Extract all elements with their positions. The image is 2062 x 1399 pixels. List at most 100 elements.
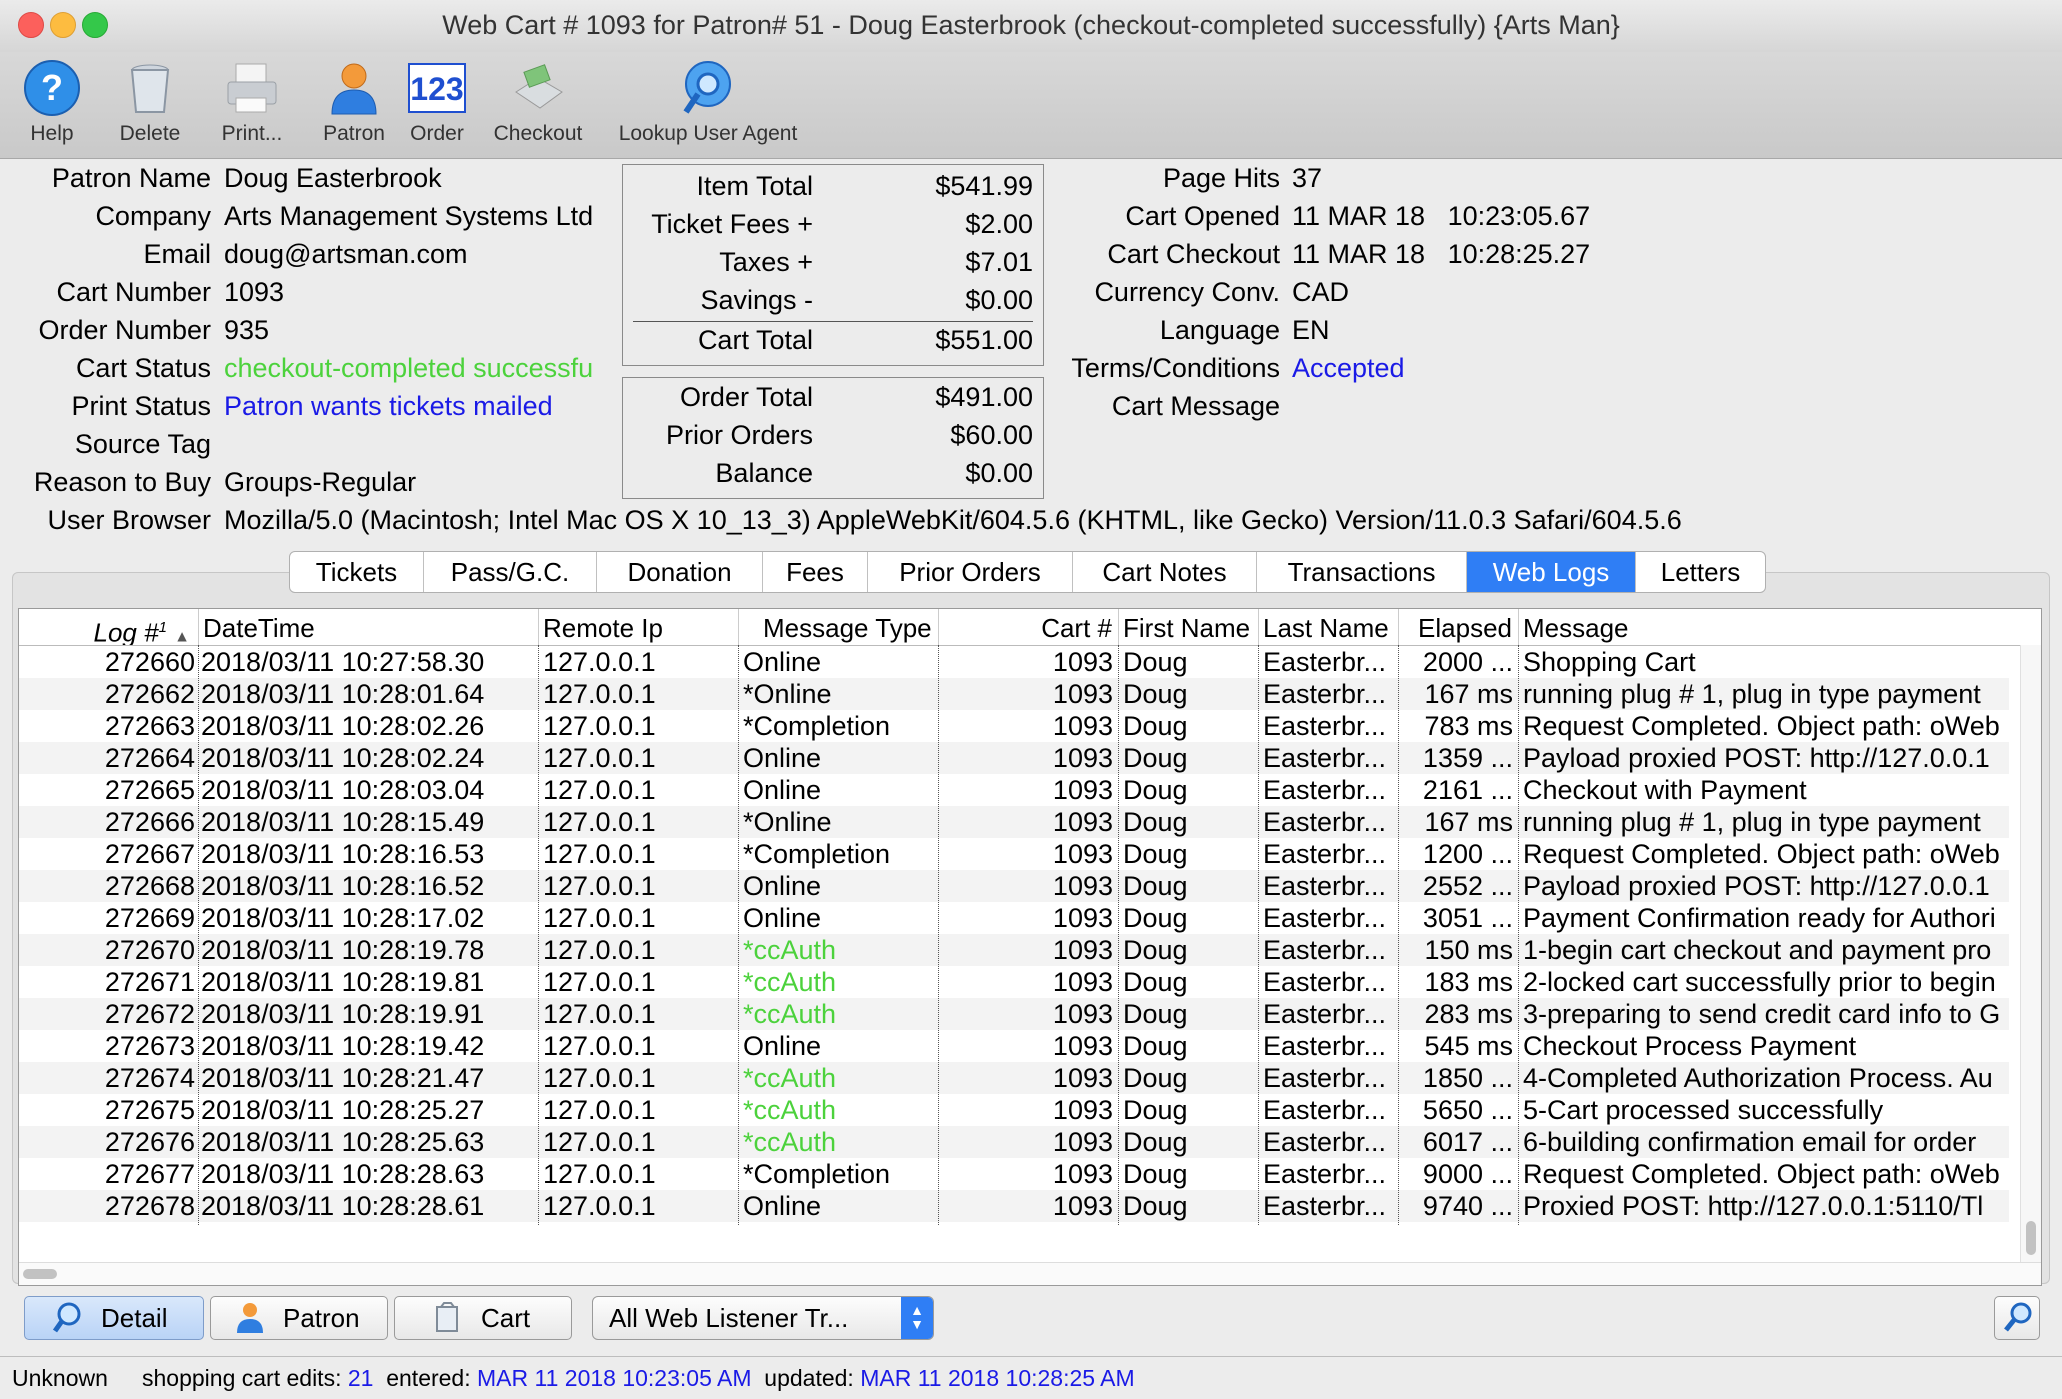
col-header-first-name[interactable]: First Name	[1119, 609, 1259, 645]
table-row[interactable]: 272675 2018/03/11 10:28:25.27 127.0.0.1 *cc…	[19, 1094, 2009, 1126]
vertical-scroll-thumb[interactable]	[2026, 1221, 2036, 1255]
cell-message: 3-preparing to send credit card info to …	[1523, 999, 2001, 1029]
col-header-message[interactable]: Message	[1519, 609, 2041, 645]
table-row[interactable]: 272667 2018/03/11 10:28:16.53 127.0.0.1 *Co…	[19, 838, 2009, 870]
col-header-elapsed[interactable]: Elapsed	[1399, 609, 1519, 645]
tab-web-logs[interactable]: Web Logs	[1467, 552, 1636, 592]
cart-total-value: $551.00	[935, 325, 1033, 355]
help-button[interactable]: ? Help	[18, 58, 86, 146]
table-row[interactable]: 272671 2018/03/11 10:28:19.81 127.0.0.1 *cc…	[19, 966, 2009, 998]
cart-totals-box: Item Total $541.99 Ticket Fees + $2.00 T…	[622, 164, 1044, 366]
cell-cart-number: 1093	[1052, 1095, 1113, 1125]
web-log-table[interactable]: Log #1 ▲ DateTime Remote Ip Message Type…	[18, 608, 2042, 1286]
table-row[interactable]: 272677 2018/03/11 10:28:28.63 127.0.0.1 *Co…	[19, 1158, 2009, 1190]
tab-tickets[interactable]: Tickets	[290, 552, 424, 592]
cart-status-label: Cart Status	[75, 353, 211, 383]
help-icon: ?	[22, 58, 82, 118]
column-divider	[938, 645, 939, 1225]
cell-elapsed: 545 ms	[1424, 1031, 1513, 1061]
page-hits-value: 37	[1292, 163, 1323, 193]
web-listener-filter-value: All Web Listener Tr...	[609, 1303, 849, 1333]
cell-datetime: 2018/03/11 10:28:19.91	[201, 999, 485, 1029]
table-row[interactable]: 272668 2018/03/11 10:28:16.52 127.0.0.1 Onl…	[19, 870, 2009, 902]
cell-remote-ip: 127.0.0.1	[543, 1159, 656, 1189]
tab-prior-orders[interactable]: Prior Orders	[868, 552, 1073, 592]
cell-log-id: 272672	[104, 999, 195, 1029]
terms-value[interactable]: Accepted	[1292, 353, 1405, 384]
col-header-log[interactable]: Log #1 ▲	[19, 609, 199, 645]
cell-message-type: Online	[743, 743, 822, 773]
tab-donation[interactable]: Donation	[597, 552, 763, 592]
cell-last-name: Easterbr...	[1263, 1063, 1387, 1093]
web-listener-filter-select[interactable]: All Web Listener Tr... ▲ ▼	[592, 1296, 934, 1340]
cart-bottom-button[interactable]: Cart	[394, 1296, 572, 1340]
table-row[interactable]: 272676 2018/03/11 10:28:25.63 127.0.0.1 *cc…	[19, 1126, 2009, 1158]
updated-label: updated:	[764, 1365, 854, 1391]
col-header-last-name[interactable]: Last Name	[1259, 609, 1399, 645]
table-row[interactable]: 272666 2018/03/11 10:28:15.49 127.0.0.1 *On…	[19, 806, 2009, 838]
patron-toolbar-button[interactable]: Patron	[314, 58, 394, 146]
table-row[interactable]: 272670 2018/03/11 10:28:19.78 127.0.0.1 *cc…	[19, 934, 2009, 966]
cell-first-name: Doug	[1123, 1063, 1188, 1093]
table-row[interactable]: 272665 2018/03/11 10:28:03.04 127.0.0.1 Onl…	[19, 774, 2009, 806]
cell-message-type: *Online	[743, 807, 832, 837]
col-header-remote-ip[interactable]: Remote Ip	[539, 609, 739, 645]
horizontal-scroll-thumb[interactable]	[23, 1269, 57, 1279]
table-row[interactable]: 272674 2018/03/11 10:28:21.47 127.0.0.1 *cc…	[19, 1062, 2009, 1094]
table-row[interactable]: 272663 2018/03/11 10:28:02.26 127.0.0.1 *Co…	[19, 710, 2009, 742]
tab-transactions[interactable]: Transactions	[1257, 552, 1467, 592]
cell-log-id: 272667	[104, 839, 195, 869]
cell-remote-ip: 127.0.0.1	[543, 1127, 656, 1157]
totals-divider	[633, 321, 1033, 322]
entered-value: MAR 11 2018 10:23:05 AM	[477, 1365, 752, 1391]
col-header-datetime[interactable]: DateTime	[199, 609, 539, 645]
cell-elapsed: 2552 ...	[1422, 871, 1513, 901]
order-label: Order	[410, 122, 464, 145]
cell-message: Shopping Cart	[1523, 647, 1696, 677]
table-row[interactable]: 272669 2018/03/11 10:28:17.02 127.0.0.1 Onl…	[19, 902, 2009, 934]
delete-button[interactable]: Delete	[110, 58, 190, 146]
cell-last-name: Easterbr...	[1263, 1191, 1387, 1221]
detail-button[interactable]: Detail	[24, 1296, 204, 1340]
search-button[interactable]	[1994, 1296, 2040, 1340]
col-header-message-type[interactable]: Message Type	[739, 609, 939, 645]
currency-value: CAD	[1292, 277, 1350, 307]
cell-datetime: 2018/03/11 10:28:25.63	[201, 1127, 485, 1157]
order-button[interactable]: 123 Order	[402, 58, 472, 146]
print-button[interactable]: Print...	[212, 58, 292, 146]
tab-pass-gc[interactable]: Pass/G.C.	[424, 552, 597, 592]
tab-fees[interactable]: Fees	[763, 552, 868, 592]
checkout-button[interactable]: Checkout	[486, 58, 590, 146]
patron-bottom-button[interactable]: Patron	[210, 1296, 388, 1340]
cell-remote-ip: 127.0.0.1	[543, 1063, 656, 1093]
horizontal-scrollbar[interactable]	[19, 1262, 2041, 1285]
cell-log-id: 272673	[104, 1031, 195, 1061]
cell-cart-number: 1093	[1052, 679, 1113, 709]
cell-cart-number: 1093	[1052, 647, 1113, 677]
tab-cart-notes[interactable]: Cart Notes	[1073, 552, 1257, 592]
prior-orders-label: Prior Orders	[665, 420, 813, 450]
cell-message-type: *Completion	[743, 1159, 891, 1189]
source-tag-label: Source Tag	[74, 429, 211, 459]
table-row[interactable]: 272678 2018/03/11 10:28:28.61 127.0.0.1 Onl…	[19, 1190, 2009, 1222]
cell-message: Request Completed. Object path: oWeb	[1523, 711, 2000, 741]
cart-opened-value: 11 MAR 18 10:23:05.67	[1292, 201, 1591, 231]
cell-cart-number: 1093	[1052, 807, 1113, 837]
terms-label: Terms/Conditions	[1071, 353, 1280, 383]
table-row[interactable]: 272664 2018/03/11 10:28:02.24 127.0.0.1 Onl…	[19, 742, 2009, 774]
savings-value: $0.00	[965, 285, 1033, 315]
lookup-user-agent-button[interactable]: Lookup User Agent	[604, 58, 812, 146]
cell-log-id: 272668	[104, 871, 195, 901]
table-row[interactable]: 272672 2018/03/11 10:28:19.91 127.0.0.1 *cc…	[19, 998, 2009, 1030]
cell-first-name: Doug	[1123, 743, 1188, 773]
cell-remote-ip: 127.0.0.1	[543, 807, 656, 837]
col-header-cart[interactable]: Cart #	[939, 609, 1119, 645]
table-row[interactable]: 272660 2018/03/11 10:27:58.30 127.0.0.1 Onl…	[19, 646, 2009, 678]
cell-cart-number: 1093	[1052, 1191, 1113, 1221]
cell-datetime: 2018/03/11 10:28:25.27	[201, 1095, 485, 1125]
vertical-scrollbar[interactable]	[2020, 645, 2041, 1263]
table-row[interactable]: 272662 2018/03/11 10:28:01.64 127.0.0.1 *On…	[19, 678, 2009, 710]
table-row[interactable]: 272673 2018/03/11 10:28:19.42 127.0.0.1 Onl…	[19, 1030, 2009, 1062]
window-title: Web Cart # 1093 for Patron# 51 - Doug Ea…	[442, 10, 1620, 40]
tab-letters[interactable]: Letters	[1636, 552, 1765, 592]
